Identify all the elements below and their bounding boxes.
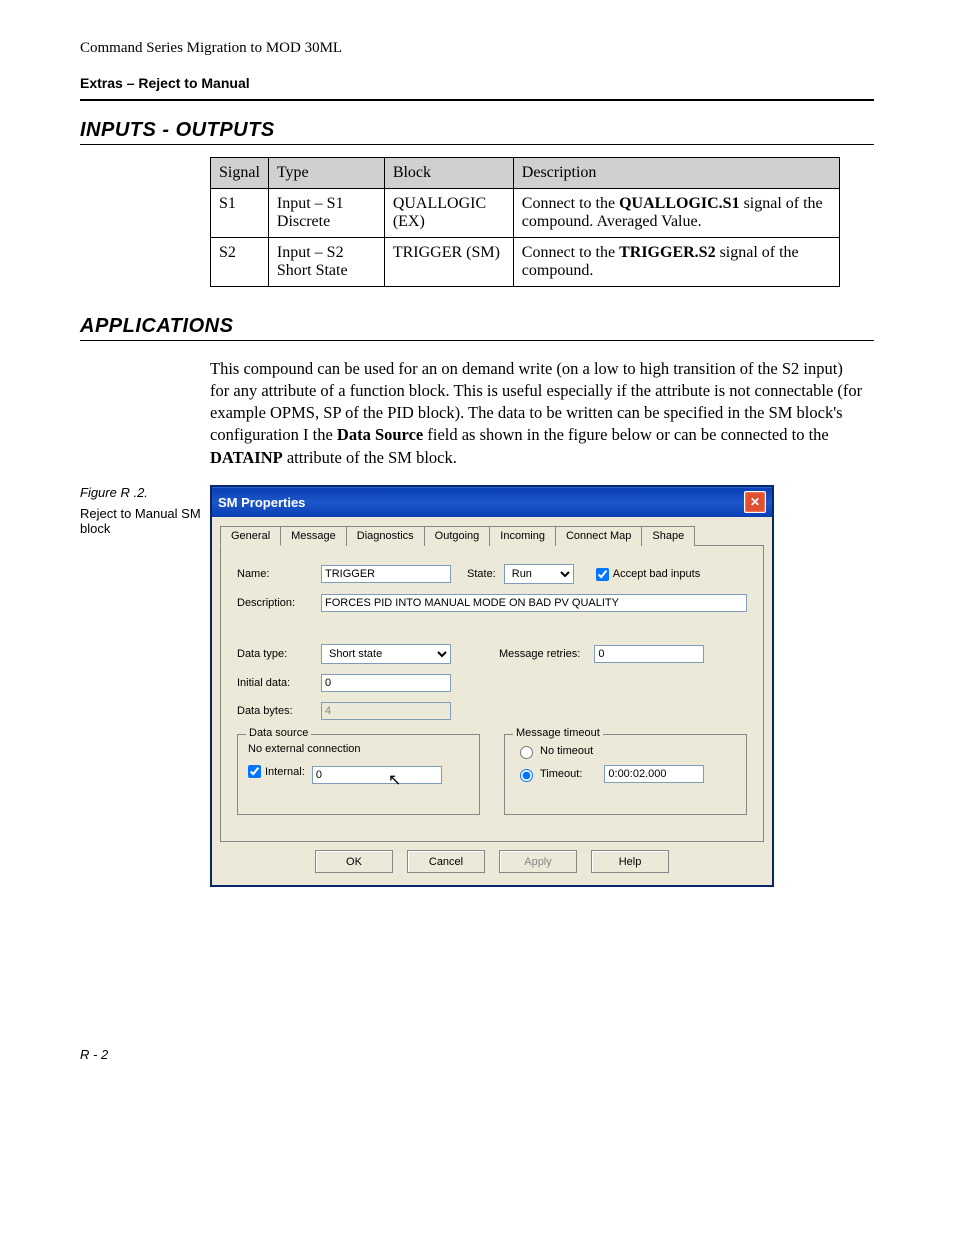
accept-bad-label: Accept bad inputs	[613, 568, 700, 580]
io-table: Signal Type Block Description S1 Input –…	[210, 157, 840, 287]
cell-signal: S1	[211, 189, 269, 238]
table-row: S2 Input – S2 Short State TRIGGER (SM) C…	[211, 238, 840, 287]
accept-bad-check[interactable]	[596, 568, 609, 581]
data-bytes-field	[321, 702, 451, 720]
help-button[interactable]: Help	[591, 850, 669, 873]
data-type-select[interactable]: Short state	[321, 644, 451, 664]
cell-type: Input – S2 Short State	[268, 238, 384, 287]
table-header-row: Signal Type Block Description	[211, 158, 840, 189]
label-data-type: Data type:	[237, 648, 313, 660]
timeout-label: Timeout:	[540, 768, 582, 780]
data-source-legend: Data source	[246, 727, 311, 739]
figure-caption: Figure R .2. Reject to Manual SM block	[80, 485, 210, 536]
message-timeout-legend: Message timeout	[513, 727, 603, 739]
tab-diagnostics[interactable]: Diagnostics	[346, 526, 425, 546]
desc-pre: Connect to the	[522, 195, 619, 212]
tab-message[interactable]: Message	[280, 526, 347, 546]
th-block: Block	[384, 158, 513, 189]
figure-number: Figure R .2.	[80, 485, 210, 500]
section-applications: APPLICATIONS	[80, 315, 874, 338]
applications-paragraph: This compound can be used for an on dema…	[210, 358, 864, 469]
th-type: Type	[268, 158, 384, 189]
app-text: field as shown in the figure below or ca…	[423, 425, 829, 444]
page-footer: R - 2	[80, 1047, 874, 1062]
app-bold-2: DATAINP	[210, 448, 283, 467]
cell-desc: Connect to the TRIGGER.S2 signal of the …	[513, 238, 839, 287]
desc-pre: Connect to the	[522, 244, 619, 261]
description-field[interactable]	[321, 594, 747, 612]
timeout-field[interactable]	[604, 765, 704, 783]
desc-bold: QUALLOGIC.S1	[619, 195, 739, 212]
header-rule	[80, 99, 874, 101]
label-data-bytes: Data bytes:	[237, 705, 313, 717]
name-field[interactable]	[321, 565, 451, 583]
accept-bad-inputs-checkbox[interactable]: Accept bad inputs	[596, 568, 700, 581]
app-text: attribute of the SM block.	[283, 448, 457, 467]
message-retries-field[interactable]	[594, 645, 704, 663]
internal-checkbox[interactable]: Internal:	[248, 765, 305, 778]
dialog-titlebar[interactable]: SM Properties ✕	[212, 487, 772, 517]
message-timeout-group: Message timeout No timeout Timeout:	[504, 734, 747, 815]
close-icon: ✕	[750, 495, 760, 509]
no-timeout-radio[interactable]: No timeout	[515, 743, 593, 759]
doc-header: Command Series Migration to MOD 30ML	[80, 40, 874, 57]
cell-signal: S2	[211, 238, 269, 287]
cancel-button[interactable]: Cancel	[407, 850, 485, 873]
dialog-button-row: OK Cancel Apply Help	[212, 850, 772, 885]
label-description: Description:	[237, 597, 313, 609]
state-select[interactable]: Run	[504, 564, 574, 584]
section-rule-2	[80, 340, 874, 341]
tab-outgoing[interactable]: Outgoing	[424, 526, 491, 546]
timeout-radio[interactable]: Timeout:	[515, 765, 704, 783]
sm-properties-dialog: SM Properties ✕ General Message Diagnost…	[210, 485, 774, 887]
cell-desc: Connect to the QUALLOGIC.S1 signal of th…	[513, 189, 839, 238]
doc-subheader: Extras – Reject to Manual	[80, 75, 874, 91]
cell-type: Input – S1 Discrete	[268, 189, 384, 238]
label-initial-data: Initial data:	[237, 677, 313, 689]
desc-bold: TRIGGER.S2	[619, 244, 715, 261]
figure-caption-text: Reject to Manual SM block	[80, 506, 210, 536]
table-row: S1 Input – S1 Discrete QUALLOGIC (EX) Co…	[211, 189, 840, 238]
label-state: State:	[467, 568, 496, 580]
tab-connect-map[interactable]: Connect Map	[555, 526, 642, 546]
internal-label: Internal:	[265, 766, 305, 778]
timeout-input[interactable]	[520, 769, 533, 782]
no-external-connection-text: No external connection	[248, 743, 469, 755]
tab-incoming[interactable]: Incoming	[489, 526, 556, 546]
app-bold-1: Data Source	[337, 425, 423, 444]
tab-shape[interactable]: Shape	[641, 526, 695, 546]
data-source-group: Data source No external connection Inter…	[237, 734, 480, 815]
tab-general[interactable]: General	[220, 526, 281, 546]
no-timeout-input[interactable]	[520, 746, 533, 759]
apply-button[interactable]: Apply	[499, 850, 577, 873]
cell-block: QUALLOGIC (EX)	[384, 189, 513, 238]
close-button[interactable]: ✕	[744, 491, 766, 513]
tab-panel-general: Name: State: Run Accept bad inputs Descr…	[220, 545, 764, 842]
initial-data-field[interactable]	[321, 674, 451, 692]
internal-check[interactable]	[248, 765, 261, 778]
no-timeout-label: No timeout	[540, 745, 593, 757]
section-rule-1	[80, 144, 874, 145]
label-name: Name:	[237, 568, 313, 580]
th-signal: Signal	[211, 158, 269, 189]
tab-strip: General Message Diagnostics Outgoing Inc…	[212, 517, 772, 545]
label-message-retries: Message retries:	[499, 648, 580, 660]
dialog-title: SM Properties	[218, 495, 305, 510]
section-inputs-outputs: INPUTS - OUTPUTS	[80, 119, 874, 142]
cell-block: TRIGGER (SM)	[384, 238, 513, 287]
th-description: Description	[513, 158, 839, 189]
ok-button[interactable]: OK	[315, 850, 393, 873]
